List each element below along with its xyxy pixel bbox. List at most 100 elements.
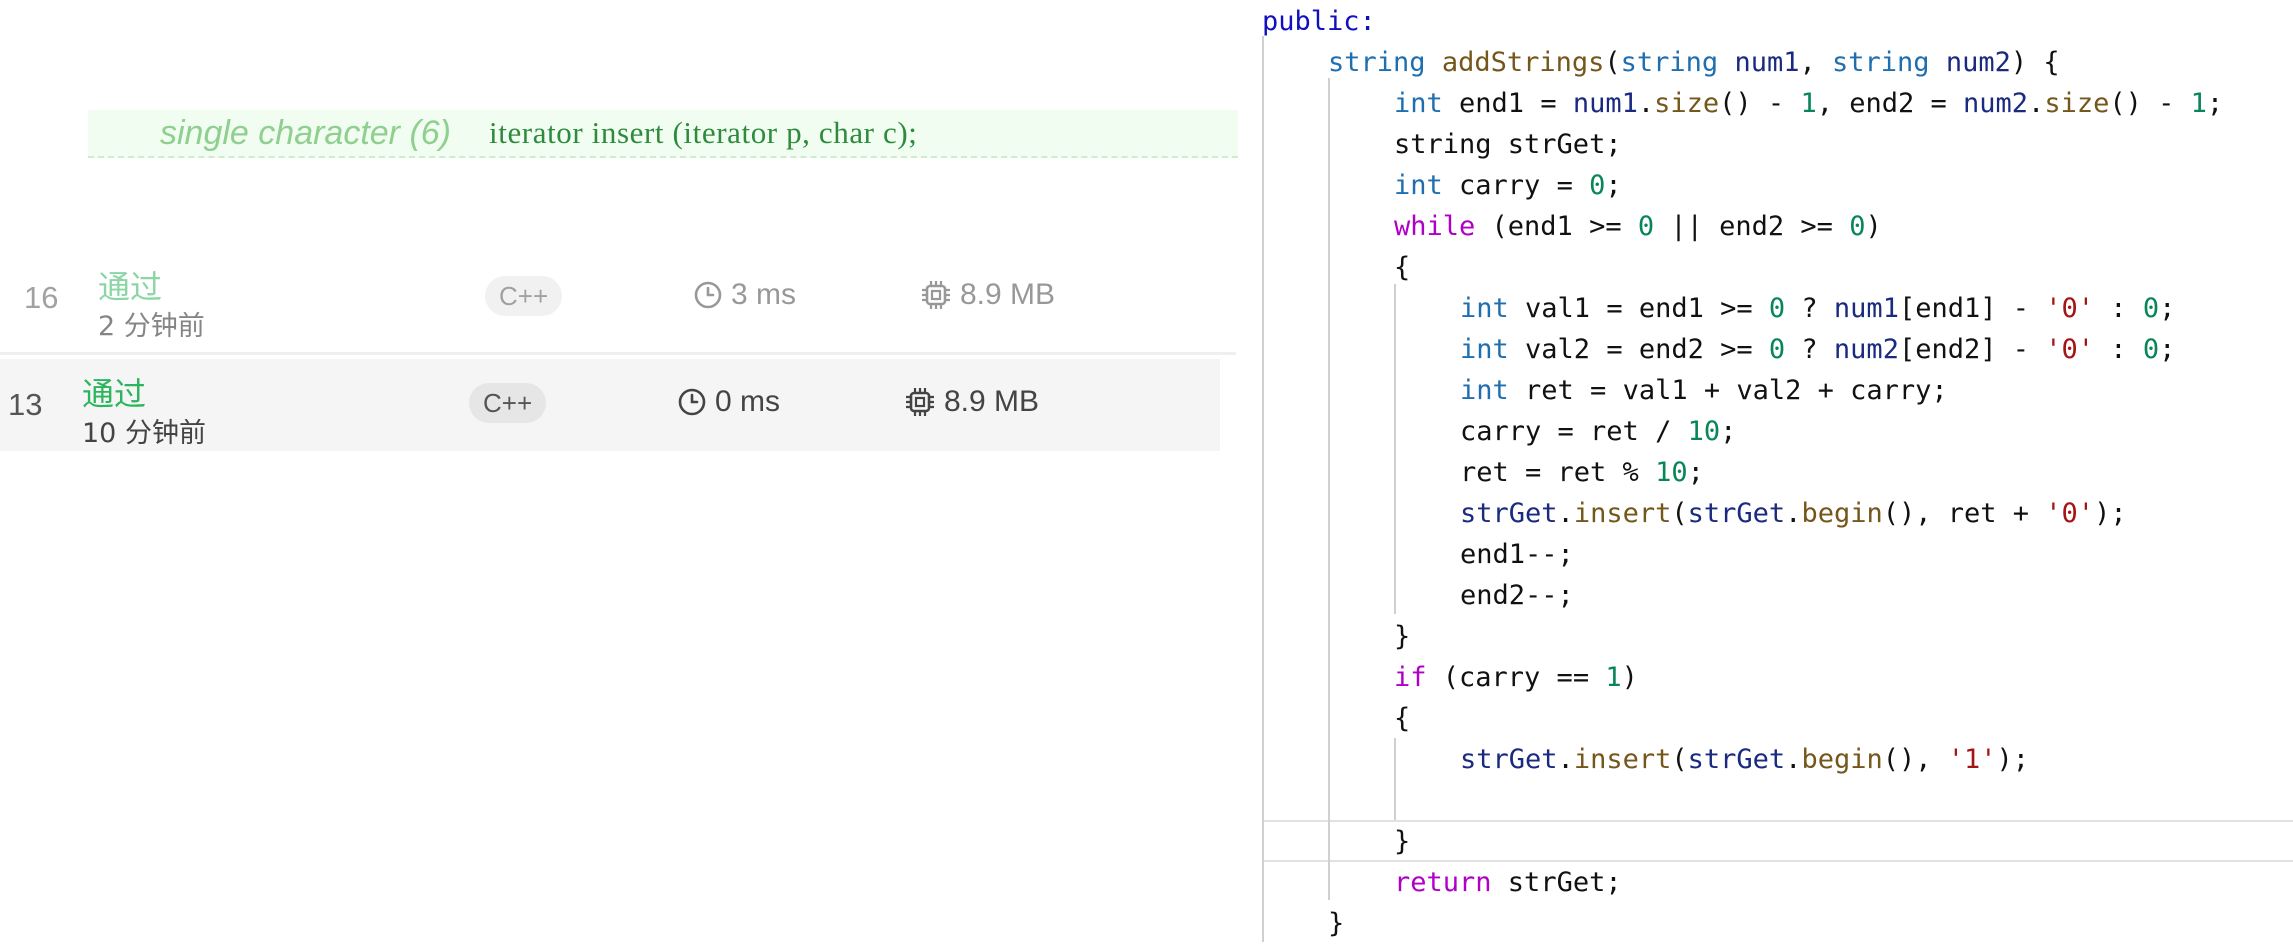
code-token: strGet; bbox=[1491, 867, 1622, 898]
code-token: string bbox=[1328, 47, 1426, 78]
current-line-highlight bbox=[1264, 820, 2293, 862]
code-token: (carry == bbox=[1426, 662, 1606, 693]
code-token: : bbox=[2094, 293, 2143, 324]
code-token: . bbox=[1785, 744, 1802, 775]
language-badge: C++ bbox=[469, 383, 547, 423]
code-token: num1 bbox=[1734, 47, 1800, 78]
code-token: 0 bbox=[2142, 334, 2160, 365]
memory-value: 8.9 MB bbox=[944, 385, 1040, 418]
code-token: ; bbox=[1720, 416, 1737, 447]
code-token: ; bbox=[2159, 293, 2176, 324]
code-line[interactable]: return strGet; bbox=[1394, 862, 1622, 903]
code-token: ; bbox=[2206, 88, 2224, 119]
code-token: return bbox=[1394, 867, 1492, 898]
code-token: () - bbox=[2109, 88, 2191, 119]
code-token: (), ret + bbox=[1882, 498, 2046, 529]
code-token: insert bbox=[1573, 744, 1672, 775]
code-token: strGet bbox=[1460, 498, 1558, 529]
indent-guide bbox=[1394, 738, 1396, 820]
code-line[interactable]: if (carry == 1) bbox=[1394, 657, 1638, 698]
signature-label: single character (6) bbox=[160, 113, 452, 152]
code-token: '0' bbox=[2045, 334, 2095, 365]
language-badge: C++ bbox=[485, 276, 563, 316]
submission-status-link[interactable]: 通过 bbox=[82, 369, 146, 415]
submissions-panel: single character (6) iterator insert (it… bbox=[0, 0, 1262, 947]
code-token: . bbox=[1785, 498, 1802, 529]
code-line[interactable]: string strGet; bbox=[1394, 124, 1622, 165]
code-token: ? bbox=[1785, 293, 1834, 324]
code-token: ( bbox=[1671, 498, 1688, 529]
submission-row[interactable]: 13 通过 10 分钟前 C++ 0 ms 8.9 MB bbox=[0, 359, 1220, 451]
code-line[interactable]: int val1 = end1 >= 0 ? num1[end1] - '0' … bbox=[1460, 288, 2175, 329]
submission-number: 13 bbox=[8, 387, 43, 422]
code-line[interactable]: } bbox=[1394, 821, 1410, 862]
code-token: int bbox=[1394, 88, 1443, 119]
code-token: ) { bbox=[2010, 47, 2060, 78]
code-token: 0 bbox=[1849, 211, 1866, 242]
code-editor[interactable]: public: string addStrings(string num1, st… bbox=[1262, 0, 2293, 947]
code-token: . bbox=[1557, 498, 1574, 529]
code-token: strGet bbox=[1460, 744, 1558, 775]
memory-metric: 8.9 MB bbox=[904, 385, 1039, 419]
code-token: ) bbox=[1865, 211, 1882, 242]
submission-row[interactable]: 16 通过 2 分钟前 C++ 3 ms 8.9 MB bbox=[0, 252, 1236, 344]
code-token: '1' bbox=[1947, 744, 1997, 775]
code-line[interactable]: int carry = 0; bbox=[1394, 165, 1622, 206]
code-token: [end1] - bbox=[1898, 293, 2046, 324]
indent-guide bbox=[1394, 284, 1396, 614]
code-token: , bbox=[1799, 47, 1832, 78]
submission-status-link[interactable]: 通过 bbox=[98, 262, 162, 308]
code-line[interactable]: int ret = val1 + val2 + carry; bbox=[1460, 370, 1948, 411]
code-token: { bbox=[1394, 252, 1411, 283]
code-line[interactable]: strGet.insert(strGet.begin(), ret + '0')… bbox=[1460, 493, 2127, 534]
code-token: addStrings bbox=[1441, 47, 1605, 78]
code-line[interactable]: end2--; bbox=[1460, 575, 1574, 616]
code-token: string bbox=[1620, 47, 1719, 78]
code-token: ( bbox=[1604, 47, 1621, 78]
code-line[interactable]: } bbox=[1394, 616, 1410, 657]
code-token: 0 bbox=[1589, 170, 1606, 201]
code-token: 0 bbox=[1637, 211, 1655, 242]
code-token: 10 bbox=[1687, 416, 1721, 447]
code-token: carry = bbox=[1442, 170, 1590, 201]
code-token: . bbox=[1557, 744, 1574, 775]
code-line[interactable]: strGet.insert(strGet.begin(), '1'); bbox=[1460, 739, 2029, 780]
code-token: ? bbox=[1785, 334, 1834, 365]
code-line[interactable]: ret = ret % 10; bbox=[1460, 452, 1704, 493]
code-line[interactable]: while (end1 >= 0 || end2 >= 0) bbox=[1394, 206, 1882, 247]
code-token: int bbox=[1460, 293, 1509, 324]
code-line[interactable]: int val2 = end2 >= 0 ? num2[end2] - '0' … bbox=[1460, 329, 2175, 370]
code-token: } bbox=[1394, 826, 1411, 857]
code-line[interactable]: { bbox=[1394, 247, 1410, 288]
code-token: ; bbox=[1605, 170, 1622, 201]
code-token: strGet bbox=[1687, 498, 1786, 529]
runtime-metric: 3 ms bbox=[693, 278, 796, 312]
code-token: } bbox=[1394, 621, 1411, 652]
code-token: num2 bbox=[1833, 334, 1899, 365]
code-token: string strGet; bbox=[1394, 129, 1622, 160]
code-token: int bbox=[1460, 334, 1509, 365]
code-token: end1 = bbox=[1442, 88, 1573, 119]
code-token: public: bbox=[1262, 6, 1376, 37]
code-token: 0 bbox=[1768, 334, 1786, 365]
code-line[interactable]: { bbox=[1394, 698, 1410, 739]
code-line[interactable]: end1--; bbox=[1460, 534, 1574, 575]
code-line[interactable]: public: bbox=[1262, 1, 1376, 42]
code-token: 1 bbox=[2190, 88, 2207, 119]
code-line[interactable]: } bbox=[1328, 903, 1344, 944]
code-token: ); bbox=[2094, 498, 2127, 529]
code-token: num1 bbox=[1572, 88, 1638, 119]
code-line[interactable]: int end1 = num1.size() - 1, end2 = num2.… bbox=[1394, 83, 2223, 124]
clock-icon bbox=[678, 388, 706, 416]
submission-time-ago: 2 分钟前 bbox=[98, 311, 205, 342]
code-line[interactable]: carry = ret / 10; bbox=[1460, 411, 1736, 452]
code-token: } bbox=[1328, 908, 1345, 939]
code-token: (end1 >= bbox=[1475, 211, 1638, 242]
code-token: while bbox=[1394, 211, 1476, 242]
code-line[interactable]: string addStrings(string num1, string nu… bbox=[1328, 42, 2060, 83]
code-token: . bbox=[2028, 88, 2045, 119]
code-token: num2 bbox=[1963, 88, 2029, 119]
memory-metric: 8.9 MB bbox=[920, 278, 1055, 312]
